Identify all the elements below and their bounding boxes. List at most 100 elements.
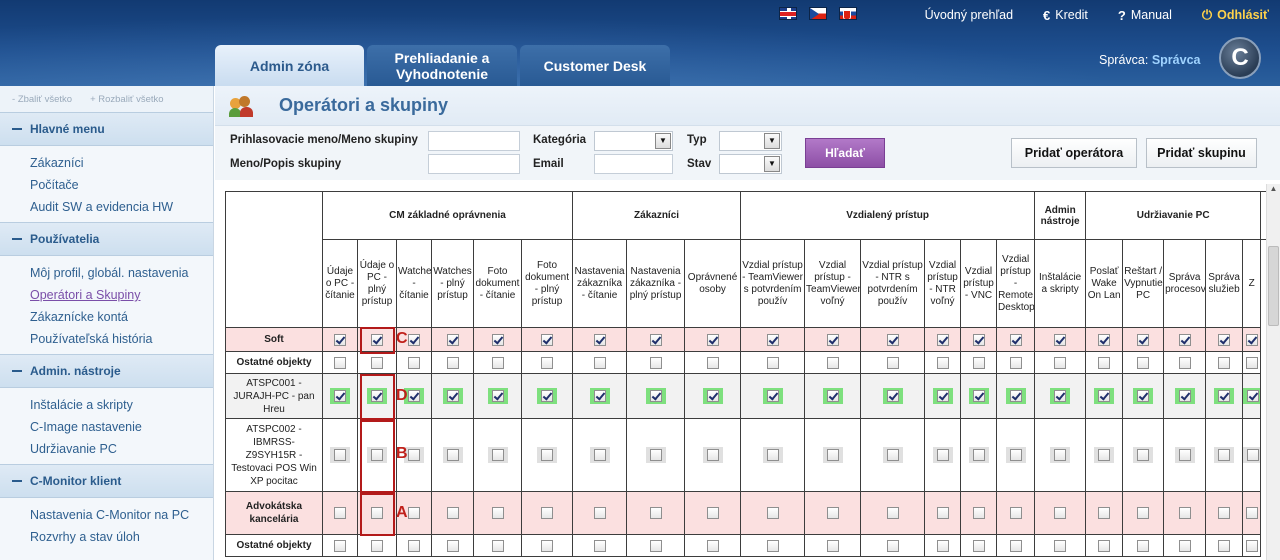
- login-input[interactable]: [428, 131, 520, 151]
- permission-checkbox[interactable]: [1137, 333, 1150, 346]
- permission-checkbox[interactable]: [1218, 507, 1231, 519]
- permission-checkbox[interactable]: [593, 333, 606, 346]
- type-select[interactable]: ▼: [719, 131, 782, 151]
- sidebar-item-audit-sw[interactable]: Audit SW a evidencia HW: [30, 196, 213, 218]
- column-header[interactable]: Nastavenia zákazníka - čítanie: [572, 239, 628, 328]
- permission-checkbox[interactable]: [826, 449, 839, 461]
- permission-checkbox[interactable]: [593, 539, 606, 552]
- permission-checkbox[interactable]: [826, 539, 839, 552]
- scroll-thumb[interactable]: [1268, 246, 1279, 326]
- column-header[interactable]: Watches - čítanie: [396, 239, 432, 328]
- column-header[interactable]: Vzdial prístup - NTR voľný: [924, 239, 962, 328]
- permission-checkbox[interactable]: [972, 507, 985, 519]
- permission-checkbox[interactable]: [1137, 507, 1150, 519]
- permission-checkbox[interactable]: [649, 507, 662, 519]
- name-input[interactable]: [428, 154, 520, 174]
- admin-user-name[interactable]: Správca: [1152, 53, 1201, 67]
- permission-checkbox[interactable]: [491, 449, 504, 461]
- category-select[interactable]: ▼: [594, 131, 673, 151]
- permission-checkbox[interactable]: [972, 390, 985, 402]
- permission-checkbox[interactable]: [1137, 356, 1150, 369]
- tab-review-evaluation[interactable]: Prehliadanie a Vyhodnotenie: [367, 45, 517, 86]
- permission-checkbox[interactable]: [1098, 356, 1111, 369]
- sidebar-item-schedules[interactable]: Rozvrhy a stav úloh: [30, 526, 213, 548]
- permission-checkbox[interactable]: [886, 333, 899, 346]
- tab-admin-zone[interactable]: Admin zóna: [215, 45, 364, 86]
- permission-checkbox[interactable]: [936, 356, 949, 369]
- permission-checkbox[interactable]: [766, 356, 779, 369]
- permission-checkbox[interactable]: [408, 507, 420, 519]
- permission-checkbox[interactable]: [408, 390, 420, 402]
- add-operator-button[interactable]: Pridať operátora: [1011, 138, 1137, 168]
- permission-checkbox[interactable]: [886, 449, 899, 461]
- permission-checkbox[interactable]: [972, 449, 985, 461]
- permission-checkbox[interactable]: [334, 539, 346, 552]
- permission-checkbox[interactable]: [491, 539, 504, 552]
- permission-checkbox[interactable]: [334, 507, 346, 519]
- permission-checkbox[interactable]: [593, 356, 606, 369]
- sidebar-item-c-image[interactable]: C-Image nastavenie: [30, 416, 213, 438]
- permission-checkbox[interactable]: [1245, 333, 1258, 346]
- permission-checkbox[interactable]: [886, 390, 899, 402]
- permission-checkbox[interactable]: [1218, 356, 1231, 369]
- permission-checkbox[interactable]: [886, 507, 899, 519]
- permission-checkbox[interactable]: [1054, 507, 1067, 519]
- permission-checkbox[interactable]: [408, 539, 420, 552]
- permission-checkbox[interactable]: [1137, 390, 1150, 402]
- permission-checkbox[interactable]: [766, 507, 779, 519]
- permission-checkbox[interactable]: [593, 390, 606, 402]
- sidebar-item-pc-maintenance[interactable]: Udržiavanie PC: [30, 438, 213, 460]
- slovak-flag-icon[interactable]: [839, 7, 857, 20]
- permission-checkbox[interactable]: [334, 356, 346, 369]
- column-header[interactable]: Vzdial prístup - TeamViewer voľný: [804, 239, 862, 328]
- permission-checkbox[interactable]: [446, 356, 459, 369]
- permission-checkbox[interactable]: [1009, 390, 1022, 402]
- sidebar-item-computers[interactable]: Počítače: [30, 174, 213, 196]
- permission-checkbox[interactable]: [649, 539, 662, 552]
- permission-checkbox[interactable]: [972, 539, 985, 552]
- column-header[interactable]: Vzdial prístup - VNC: [960, 239, 998, 328]
- permission-checkbox[interactable]: [1054, 333, 1067, 346]
- permission-checkbox[interactable]: [541, 356, 554, 369]
- status-select[interactable]: ▼: [719, 154, 782, 174]
- permission-checkbox[interactable]: [408, 356, 420, 369]
- search-button[interactable]: Hľadať: [805, 138, 885, 168]
- permission-checkbox[interactable]: [1009, 356, 1022, 369]
- permission-checkbox[interactable]: [446, 539, 459, 552]
- home-overview-link[interactable]: Úvodný prehľad: [925, 7, 1013, 23]
- column-header[interactable]: Inštalácie a skripty: [1034, 239, 1087, 328]
- permission-checkbox[interactable]: [886, 356, 899, 369]
- permission-checkbox[interactable]: [936, 390, 949, 402]
- permission-checkbox[interactable]: [541, 333, 554, 346]
- column-header[interactable]: Vzdial prístup - NTR s potvrdením použív: [860, 239, 926, 328]
- permission-checkbox[interactable]: [936, 333, 949, 346]
- permission-checkbox[interactable]: [334, 390, 346, 402]
- permission-checkbox[interactable]: [446, 390, 459, 402]
- permission-checkbox[interactable]: [1009, 539, 1022, 552]
- permission-checkbox[interactable]: [706, 356, 719, 369]
- permission-checkbox[interactable]: [706, 449, 719, 461]
- permission-checkbox[interactable]: [886, 539, 899, 552]
- sidebar-section-users[interactable]: Používatelia: [0, 222, 213, 256]
- permission-checkbox[interactable]: [1137, 539, 1150, 552]
- column-header[interactable]: Reštart / Vypnutie PC: [1122, 239, 1165, 328]
- permission-checkbox[interactable]: [541, 390, 554, 402]
- permission-checkbox[interactable]: [1218, 390, 1231, 402]
- permission-checkbox[interactable]: [1178, 356, 1191, 369]
- permission-checkbox[interactable]: [1178, 333, 1191, 346]
- permission-checkbox[interactable]: [1178, 507, 1191, 519]
- permission-checkbox[interactable]: [541, 539, 554, 552]
- credit-link[interactable]: € Kredit: [1043, 7, 1088, 23]
- permission-checkbox[interactable]: [491, 356, 504, 369]
- sidebar-item-operators-groups[interactable]: Operátori a Skupiny: [30, 284, 213, 306]
- permission-checkbox[interactable]: [408, 449, 420, 461]
- sidebar-item-user-history[interactable]: Používateľská história: [30, 328, 213, 350]
- permission-checkbox[interactable]: [649, 333, 662, 346]
- column-header[interactable]: Údaje o PC - plný prístup: [357, 239, 397, 328]
- tab-customer-desk[interactable]: Customer Desk: [520, 45, 670, 86]
- permission-checkbox[interactable]: [491, 333, 504, 346]
- permission-checkbox[interactable]: [408, 333, 420, 346]
- permission-checkbox[interactable]: [826, 390, 839, 402]
- column-header[interactable]: Vzdial prístup - TeamViewer s potvrdením…: [740, 239, 806, 328]
- sidebar-section-main-menu[interactable]: Hlavné menu: [0, 112, 213, 146]
